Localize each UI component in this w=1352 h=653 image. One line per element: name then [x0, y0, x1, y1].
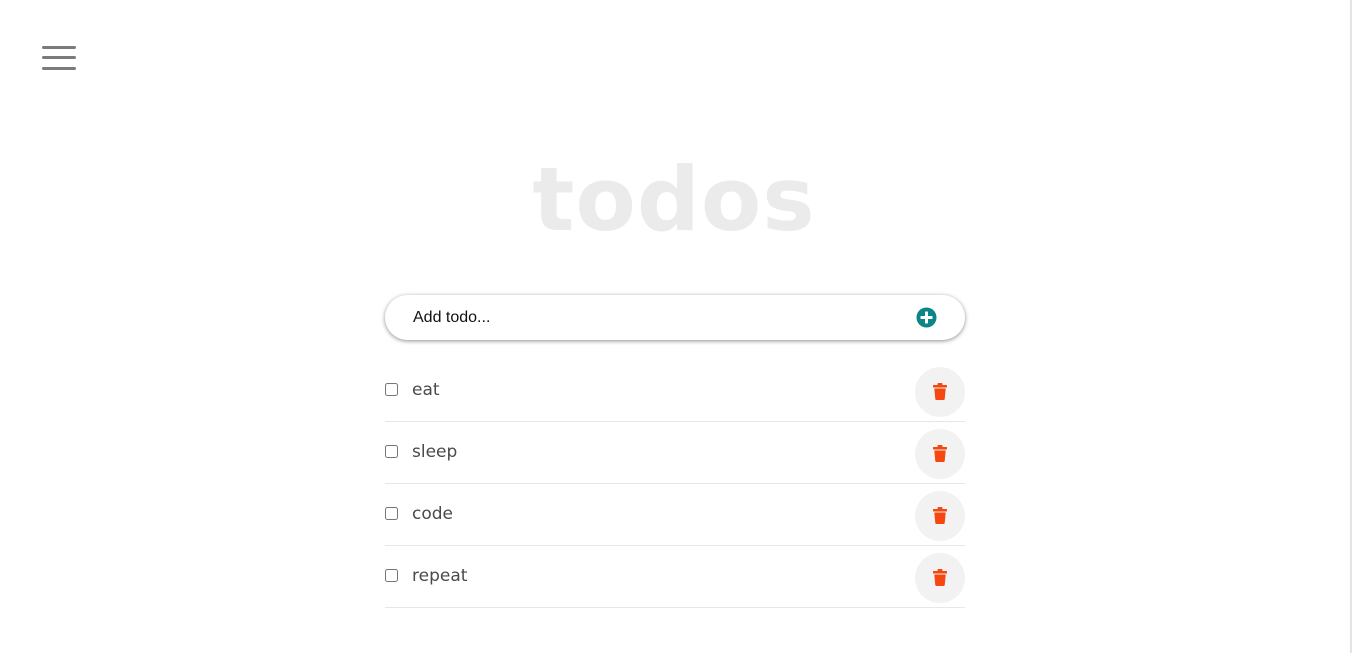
delete-todo-button[interactable]: [915, 367, 965, 417]
todo-checkbox[interactable]: [385, 569, 398, 582]
todo-item: code: [385, 484, 965, 546]
add-todo-button[interactable]: [916, 307, 937, 328]
todo-list: eat sleep code repeat: [385, 360, 965, 608]
delete-todo-button[interactable]: [915, 491, 965, 541]
trash-icon: [933, 569, 947, 586]
hamburger-menu-icon: [42, 67, 76, 70]
plus-circle-icon: [916, 307, 937, 328]
todo-label: eat: [412, 380, 440, 400]
page-title: todos: [532, 148, 816, 251]
todo-checkbox[interactable]: [385, 507, 398, 520]
todo-checkbox[interactable]: [385, 383, 398, 396]
trash-icon: [933, 507, 947, 524]
todo-item: sleep: [385, 422, 965, 484]
todo-item: eat: [385, 360, 965, 422]
hamburger-menu-icon: [42, 46, 76, 49]
trash-icon: [933, 445, 947, 462]
todo-item: repeat: [385, 546, 965, 608]
hamburger-menu-icon: [42, 56, 76, 59]
todo-label: sleep: [412, 442, 458, 462]
add-todo-form: [385, 295, 965, 340]
trash-icon: [933, 383, 947, 400]
menu-button[interactable]: [42, 44, 78, 74]
add-todo-input[interactable]: [413, 295, 893, 340]
delete-todo-button[interactable]: [915, 553, 965, 603]
todo-label: repeat: [412, 566, 468, 586]
todo-app: todos eat sleep: [0, 0, 1352, 653]
delete-todo-button[interactable]: [915, 429, 965, 479]
todo-checkbox[interactable]: [385, 445, 398, 458]
todo-label: code: [412, 504, 453, 524]
